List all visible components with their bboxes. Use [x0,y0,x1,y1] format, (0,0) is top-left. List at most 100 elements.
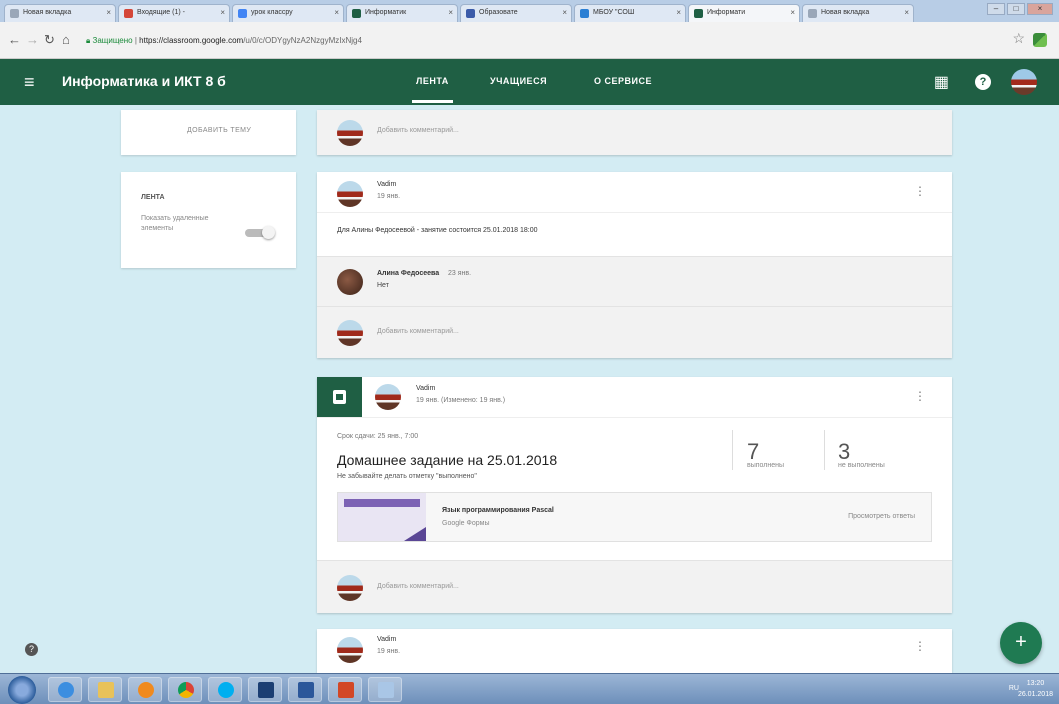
attachment-title: Язык программирования Pascal [442,507,554,514]
classroom-header: ≡ Информатика и ИКТ 8 б ЛЕНТА УЧАЩИЕСЯ О… [0,59,1059,105]
url-host: https://classroom.google.com [139,36,244,45]
feedback-help-icon[interactable]: ? [25,643,38,656]
user-avatar[interactable] [1011,69,1037,95]
author-avatar [337,637,363,663]
post-text: Для Алины Федосеевой - занятие состоится… [337,227,538,234]
os-taskbar: RU 13:20 26.01.2018 [0,673,1059,704]
stream-settings-title: ЛЕНТА [141,194,165,201]
toggle-knob [262,226,275,239]
close-window-button[interactable]: × [1027,3,1053,15]
taskbar-explorer[interactable] [88,677,122,702]
system-clock[interactable]: 13:20 26.01.2018 [1018,678,1053,700]
commenter-avatar [337,575,363,601]
assignment-icon [317,377,362,417]
apps-grid-icon[interactable]: ▦ [934,72,949,92]
browser-tab[interactable]: Информатик × [346,4,458,22]
google-search-icon [238,9,247,18]
tab-close-icon[interactable]: × [562,8,567,17]
tab-label: Новая вкладка [23,9,72,16]
browser-tab[interactable]: урок классру × [232,4,344,22]
divider [732,430,733,470]
tab-favicon [10,9,19,18]
tab-students[interactable]: УЧАЩИЕСЯ [490,76,547,86]
tab-close-icon[interactable]: × [676,8,681,17]
add-comment-input[interactable]: Добавить комментарий... [377,328,459,335]
site-icon [580,9,589,18]
browser-tab[interactable]: Входящие (1) - × [118,4,230,22]
add-comment-row: Добавить комментарий... [317,560,952,613]
menu-icon[interactable]: ≡ [24,72,35,93]
taskbar-media[interactable] [128,677,162,702]
tab-about[interactable]: О СЕРВИСЕ [594,76,652,86]
taskbar-app[interactable] [248,677,282,702]
more-options-icon[interactable]: ⋮ [914,639,926,653]
taskbar-paint[interactable] [368,677,402,702]
stream-post: Vadim 19 янв. ⋮ [317,629,952,673]
tab-close-icon[interactable]: × [790,8,795,17]
back-arrow-icon[interactable]: ← [8,32,21,47]
taskbar-word[interactable] [288,677,322,702]
assignment-title[interactable]: Домашнее задание на 25.01.2018 [337,452,557,468]
browser-tab-active[interactable]: Информати × [688,4,800,22]
assignment-post: Vadim 19 янв. (Изменено: 19 янв.) ⋮ Срок… [317,377,952,613]
add-comment-row: Добавить комментарий... [317,306,952,358]
extension-icon[interactable] [1033,33,1047,47]
more-options-icon[interactable]: ⋮ [914,184,926,198]
add-comment-input[interactable]: Добавить комментарий... [377,583,459,590]
minimize-button[interactable]: – [987,3,1005,15]
url-input[interactable]: 🔒︎ Защищено | https://classroom.google.c… [86,32,986,49]
reload-icon[interactable]: ↻ [44,32,55,48]
tab-label: Входящие (1) - [137,9,185,16]
taskbar-chrome[interactable] [168,677,202,702]
clock-date: 26.01.2018 [1017,691,1053,698]
forward-arrow-icon[interactable]: → [26,32,39,47]
stream-post: Добавить комментарий... [317,110,952,155]
tab-label: Образовате [479,9,518,16]
gmail-icon [124,9,133,18]
create-post-button[interactable]: + [1000,622,1042,664]
taskbar-powerpoint[interactable] [328,677,362,702]
comment: Алина Федосеева 23 янв. Нет [317,256,952,306]
add-comment-input[interactable]: Добавить комментарий... [377,127,459,134]
stream-post: Vadim 19 янв. ⋮ Для Алины Федосеевой - з… [317,172,952,358]
windows-start-button[interactable] [8,676,36,704]
tab-close-icon[interactable]: × [448,8,453,17]
site-icon [466,9,475,18]
browser-tab-strip: Новая вкладка × Входящие (1) - × урок клас… [0,0,1059,22]
tab-close-icon[interactable]: × [220,8,225,17]
clock-time: 13:20 [1026,680,1045,687]
divider [317,212,952,213]
add-topic-button[interactable]: ДОБАВИТЬ ТЕМУ [187,127,251,134]
show-deleted-label: Показать удаленные элементы [141,215,209,232]
tab-close-icon[interactable]: × [106,8,111,17]
tab-close-icon[interactable]: × [904,8,909,17]
tab-favicon [808,9,817,18]
divider [317,417,952,418]
browser-tab[interactable]: МБОУ "СОШ × [574,4,686,22]
post-date: 19 янв. [377,648,401,655]
browser-tab[interactable]: Новая вкладка × [4,4,116,22]
post-author: Vadim [416,385,436,392]
more-options-icon[interactable]: ⋮ [914,389,926,403]
view-answers-link[interactable]: Просмотреть ответы [848,513,915,520]
author-avatar [337,181,363,207]
stream-settings-card: ЛЕНТА Показать удаленные элементы [121,172,296,268]
bookmark-star-icon[interactable]: ☆ [1012,30,1025,47]
window-controls: – □ × [987,3,1053,15]
help-icon[interactable]: ? [975,74,991,90]
url-path: /u/0/c/ODYgyNzA2NzgyMzIxNjg4 [243,36,362,45]
attachment-card[interactable]: Язык программирования Pascal Google Форм… [337,492,932,542]
topics-card: ДОБАВИТЬ ТЕМУ [121,110,296,155]
taskbar-skype[interactable] [208,677,242,702]
due-date: Срок сдачи: 25 янв., 7:00 [337,433,419,440]
browser-tab[interactable]: Новая вкладка × [802,4,914,22]
post-author: Vadim [377,636,397,643]
maximize-button[interactable]: □ [1007,3,1025,15]
tab-close-icon[interactable]: × [334,8,339,17]
browser-tab[interactable]: Образовате × [460,4,572,22]
tab-stream[interactable]: ЛЕНТА [412,76,453,103]
home-icon[interactable]: ⌂ [62,32,70,47]
commenter-avatar [337,320,363,346]
class-title[interactable]: Информатика и ИКТ 8 б [62,73,226,89]
taskbar-ie[interactable] [48,677,82,702]
